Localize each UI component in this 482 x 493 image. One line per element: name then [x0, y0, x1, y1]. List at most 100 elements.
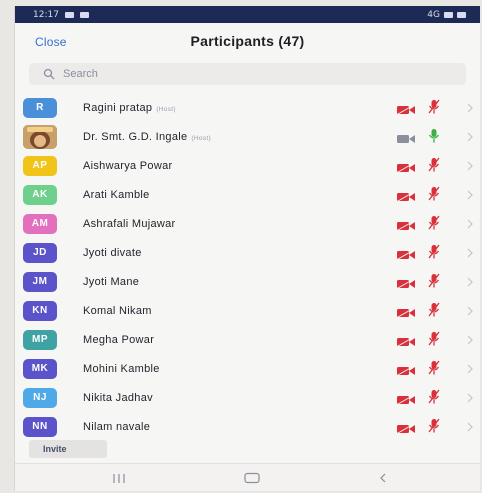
participant-row[interactable]: MK Mohini Kamble [15, 354, 480, 383]
video-off-icon[interactable] [397, 160, 415, 173]
app-notification-icon [79, 11, 89, 18]
home-icon[interactable] [243, 471, 261, 489]
participant-row[interactable]: R Ragini pratap (Host) [15, 93, 480, 122]
mic-muted-icon[interactable] [428, 389, 440, 405]
avatar: JM [23, 271, 57, 292]
status-bar: 12:17 4G [15, 6, 480, 23]
mic-active-icon[interactable] [428, 128, 440, 144]
participant-name: Nilam navale [83, 420, 151, 433]
participant-name-container: Mohini Kamble [83, 363, 160, 375]
avatar: NN [23, 416, 57, 437]
participant-row[interactable]: JD Jyoti divate [15, 238, 480, 267]
notification-icon [64, 11, 74, 18]
avatar-initials: R [36, 102, 44, 113]
participant-name-container: Megha Powar [83, 334, 154, 346]
video-off-icon[interactable] [397, 276, 415, 289]
video-off-icon[interactable] [397, 392, 415, 405]
chevron-right-icon[interactable] [466, 130, 474, 142]
participant-name: Ragini pratap [83, 101, 153, 114]
avatar: MK [23, 358, 57, 379]
video-off-icon[interactable] [397, 247, 415, 260]
mic-muted-icon[interactable] [428, 157, 440, 173]
participant-name: Aishwarya Powar [83, 159, 173, 172]
participant-name: Arati Kamble [83, 188, 150, 201]
page-title: Participants (47) [190, 33, 305, 49]
chevron-right-icon[interactable] [466, 217, 474, 229]
video-off-icon[interactable] [397, 305, 415, 318]
mic-muted-icon[interactable] [428, 99, 440, 115]
video-off-icon[interactable] [397, 189, 415, 202]
chevron-right-icon[interactable] [466, 362, 474, 374]
participant-role: (Host) [191, 134, 211, 142]
participant-list: R Ragini pratap (Host) Dr. Smt. G.D. Ingale… [15, 93, 480, 441]
participant-name: Nikita Jadhav [83, 391, 153, 404]
search-placeholder: Search [63, 68, 98, 80]
avatar-initials: MP [32, 334, 48, 345]
chevron-right-icon[interactable] [466, 420, 474, 432]
video-off-icon[interactable] [397, 421, 415, 434]
avatar: R [23, 97, 57, 118]
video-off-icon[interactable] [397, 218, 415, 231]
avatar-initials: AM [31, 218, 49, 229]
participant-name: Komal Nikam [83, 304, 152, 317]
video-off-icon[interactable] [397, 102, 415, 115]
mic-muted-icon[interactable] [428, 273, 440, 289]
video-off-icon[interactable] [397, 363, 415, 376]
participant-row[interactable]: Dr. Smt. G.D. Ingale (Host) [15, 122, 480, 151]
chevron-right-icon[interactable] [466, 159, 474, 171]
mic-muted-icon[interactable] [428, 360, 440, 376]
avatar: MP [23, 329, 57, 350]
chevron-right-icon[interactable] [466, 391, 474, 403]
avatar-initials: AK [32, 189, 48, 200]
video-off-icon[interactable] [397, 334, 415, 347]
participant-row[interactable]: NN Nilam navale [15, 412, 480, 441]
search-input[interactable]: Search [29, 63, 466, 85]
participant-row[interactable]: NJ Nikita Jadhav [15, 383, 480, 412]
header: Close Participants (47) [15, 23, 480, 59]
mic-muted-icon[interactable] [428, 302, 440, 318]
network-label: 4G [427, 9, 440, 20]
participant-row[interactable]: KN Komal Nikam [15, 296, 480, 325]
chevron-right-icon[interactable] [466, 333, 474, 345]
avatar: JD [23, 242, 57, 263]
participant-name: Mohini Kamble [83, 362, 160, 375]
chevron-right-icon[interactable] [466, 275, 474, 287]
avatar-initials: NN [32, 421, 48, 432]
invite-button[interactable]: Invite [29, 440, 107, 458]
participant-name-container: Jyoti Mane [83, 276, 139, 288]
mic-muted-icon[interactable] [428, 186, 440, 202]
participant-name: Megha Powar [83, 333, 155, 346]
status-time: 12:17 [33, 9, 59, 20]
recent-apps-icon[interactable] [111, 471, 127, 489]
mic-muted-icon[interactable] [428, 331, 440, 347]
participant-name-container: Dr. Smt. G.D. Ingale (Host) [83, 131, 211, 143]
avatar-initials: NJ [33, 392, 47, 403]
video-on-icon[interactable] [397, 131, 415, 143]
avatar-initials: JD [33, 247, 47, 258]
avatar-initials: MK [31, 363, 49, 374]
close-button[interactable]: Close [35, 35, 67, 49]
participant-role: (Host) [156, 105, 176, 113]
avatar-initials: KN [32, 305, 48, 316]
participant-name-container: Jyoti divate [83, 247, 142, 259]
mic-muted-icon[interactable] [428, 244, 440, 260]
participant-row[interactable]: AP Aishwarya Powar [15, 151, 480, 180]
participant-row[interactable]: AK Arati Kamble [15, 180, 480, 209]
mic-muted-icon[interactable] [428, 215, 440, 231]
avatar-initials: AP [32, 160, 48, 171]
mic-muted-icon[interactable] [428, 418, 440, 434]
participant-name-container: Komal Nikam [83, 305, 152, 317]
avatar: AP [23, 155, 57, 176]
participant-row[interactable]: MP Megha Powar [15, 325, 480, 354]
participant-name-container: Nikita Jadhav [83, 392, 153, 404]
chevron-right-icon[interactable] [466, 304, 474, 316]
signal-icon [444, 11, 453, 18]
back-icon[interactable] [377, 471, 389, 489]
chevron-right-icon[interactable] [466, 246, 474, 258]
participant-row[interactable]: JM Jyoti Mane [15, 267, 480, 296]
chevron-right-icon[interactable] [466, 188, 474, 200]
chevron-right-icon[interactable] [466, 101, 474, 113]
participant-row[interactable]: AM Ashrafali Mujawar [15, 209, 480, 238]
participant-name: Jyoti divate [83, 246, 142, 259]
avatar: AK [23, 184, 57, 205]
